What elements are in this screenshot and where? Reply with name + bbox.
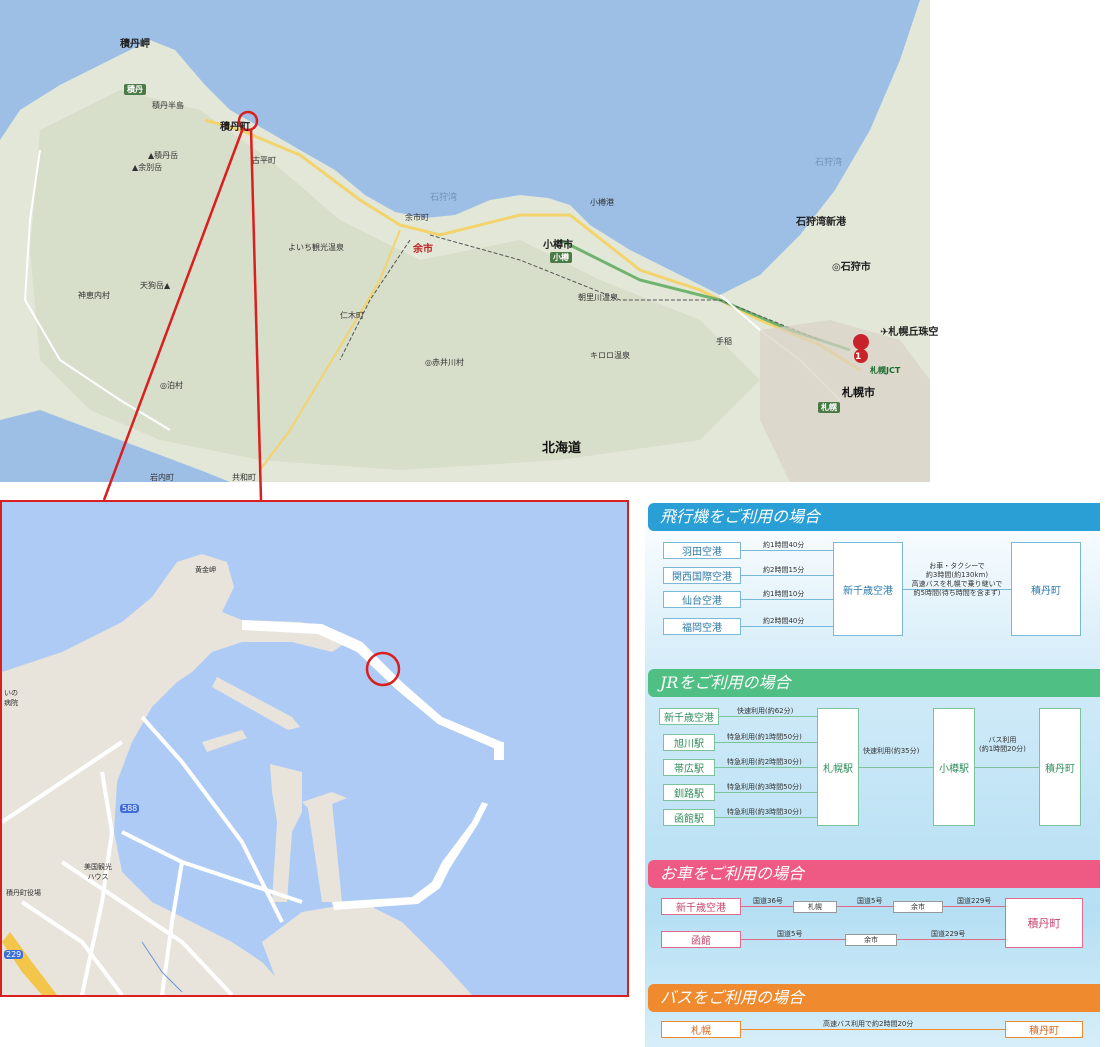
bus-time: 高速バス利用で約2時間20分 bbox=[823, 1020, 914, 1028]
jr-leg1-note: 快速利用(約35分) bbox=[863, 747, 920, 755]
car-origin-hakodate: 函館 bbox=[661, 931, 741, 948]
bus-dest: 積丹町 bbox=[1005, 1021, 1083, 1038]
jr-line-4 bbox=[715, 792, 817, 793]
jr-time-kushiro: 特急利用(約3時間50分) bbox=[727, 783, 802, 791]
jr-line-1 bbox=[719, 716, 817, 717]
airplane-line-4 bbox=[741, 626, 833, 627]
car-row2-stop1: 余市 bbox=[845, 934, 897, 946]
jr-line-5 bbox=[715, 817, 817, 818]
jr-line-leg1 bbox=[859, 767, 933, 768]
zoomed-map-canvas bbox=[2, 502, 627, 995]
jr-line-3 bbox=[715, 767, 817, 768]
airplane-time-kansai: 約2時間15分 bbox=[763, 566, 805, 574]
airplane-line-2 bbox=[741, 575, 833, 576]
airplane-origin-kansai: 関西国際空港 bbox=[663, 567, 741, 584]
access-panel: 飛行機をご利用の場合 羽田空港 関西国際空港 仙台空港 福岡空港 約1時間40分… bbox=[645, 500, 1100, 1047]
car-row2-road1: 国道5号 bbox=[777, 930, 803, 938]
jr-hub-otaru: 小樽駅 bbox=[933, 708, 975, 826]
route-229: 229 bbox=[4, 950, 24, 959]
airplane-hub-newchitose: 新千歳空港 bbox=[833, 542, 903, 636]
airplane-section-header: 飛行機をご利用の場合 bbox=[648, 503, 1100, 531]
place-town-office: 積丹町役場 bbox=[6, 889, 41, 897]
airplane-transfer-note: お車・タクシーで 約3時間(約130km) 高速バスを札幌で乗り継いで 約5時間… bbox=[911, 562, 1003, 597]
bus-section-header: バスをご利用の場合 bbox=[648, 984, 1100, 1012]
bus-origin-sapporo: 札幌 bbox=[661, 1021, 741, 1038]
jr-line-2 bbox=[715, 742, 817, 743]
airplane-origin-haneda: 羽田空港 bbox=[663, 542, 741, 559]
car-row1-stop1: 札幌 bbox=[793, 901, 837, 913]
jr-origin-newchitose: 新千歳空港 bbox=[659, 708, 719, 725]
jr-time-hakodate: 特急利用(約3時間30分) bbox=[727, 808, 802, 816]
airplane-line-1 bbox=[741, 550, 833, 551]
airplane-dest: 積丹町 bbox=[1011, 542, 1081, 636]
callout-lines bbox=[102, 127, 263, 501]
place-left-label: いの 病院 bbox=[4, 689, 18, 707]
jr-origin-kushiro: 釧路駅 bbox=[663, 784, 715, 801]
jr-time-asahikawa: 特急利用(約1時間50分) bbox=[727, 733, 802, 741]
airplane-time-fukuoka: 約2時間40分 bbox=[763, 617, 805, 625]
jr-line-leg2 bbox=[975, 767, 1039, 768]
airplane-origin-sendai: 仙台空港 bbox=[663, 591, 741, 608]
car-row1-road2: 国道5号 bbox=[857, 897, 883, 905]
zoomed-map[interactable]: 黄金岬 588 229 美国観光 ハウス 積丹町役場 いの 病院 bbox=[0, 500, 629, 997]
jr-dest: 積丹町 bbox=[1039, 708, 1081, 826]
car-row2-road2: 国道229号 bbox=[931, 930, 966, 938]
jr-origin-asahikawa: 旭川駅 bbox=[663, 734, 715, 751]
car-dest: 積丹町 bbox=[1005, 898, 1083, 948]
jr-section-header: JRをご利用の場合 bbox=[648, 669, 1100, 697]
jr-time-newchitose: 快速利用(約62分) bbox=[737, 707, 794, 715]
car-row1-stop2: 余市 bbox=[893, 901, 943, 913]
car-section-header: お車をご利用の場合 bbox=[648, 860, 1100, 888]
car-line-row1 bbox=[741, 906, 1005, 907]
jr-origin-hakodate: 函館駅 bbox=[663, 809, 715, 826]
airplane-line-3 bbox=[741, 599, 833, 600]
jr-hub-sapporo: 札幌駅 bbox=[817, 708, 859, 826]
jr-time-obihiro: 特急利用(約2時間30分) bbox=[727, 758, 802, 766]
airplane-origin-fukuoka: 福岡空港 bbox=[663, 618, 741, 635]
car-row1-road1: 国道36号 bbox=[753, 897, 783, 905]
car-row1-road3: 国道229号 bbox=[957, 897, 992, 905]
jr-origin-obihiro: 帯広駅 bbox=[663, 759, 715, 776]
route-588: 588 bbox=[120, 804, 140, 813]
airplane-time-haneda: 約1時間40分 bbox=[763, 541, 805, 549]
car-origin-newchitose: 新千歳空港 bbox=[661, 898, 741, 915]
airplane-time-sendai: 約1時間10分 bbox=[763, 590, 805, 598]
bus-line bbox=[741, 1029, 1005, 1030]
jr-leg2-note: バス利用 (約1時間20分) bbox=[979, 736, 1026, 753]
place-misaki: 黄金岬 bbox=[195, 566, 216, 574]
place-kanko-house: 美国観光 ハウス bbox=[84, 863, 112, 881]
